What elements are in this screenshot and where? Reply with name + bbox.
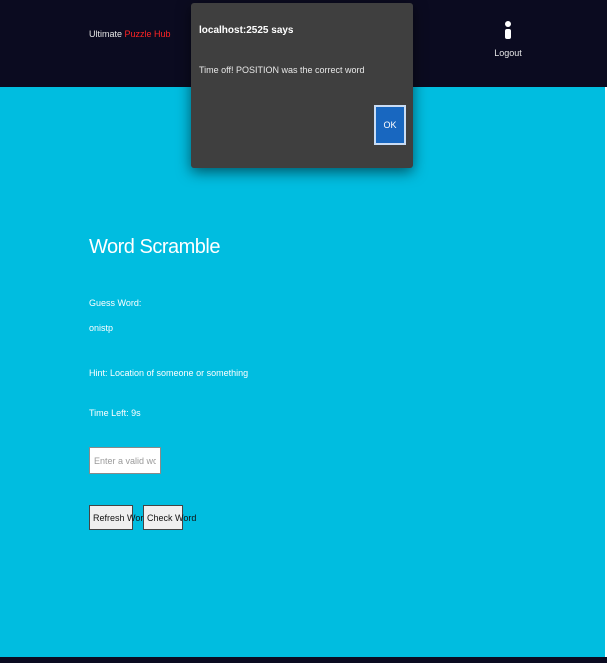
check-word-button[interactable]: Check Word [143, 505, 196, 530]
ok-button[interactable]: OK [374, 105, 406, 145]
logout-link[interactable]: Logout [490, 48, 526, 58]
game-title: Word Scramble [89, 236, 220, 258]
time-left: Time Left: 9s [89, 408, 141, 418]
user-menu[interactable]: Logout [490, 20, 526, 58]
scrambled-word: onistp [89, 323, 114, 333]
guess-word-label: Guess Word: [89, 298, 142, 308]
brand-accent: Puzzle Hub [124, 29, 171, 39]
refresh-word-button[interactable]: Refresh Word [89, 505, 148, 530]
brand-prefix: Ultimate [89, 29, 123, 39]
alert-dialog: localhost:2525 says Time off! POSITION w… [191, 3, 413, 168]
alert-title: localhost:2525 says [199, 25, 294, 36]
page: Ultimate Puzzle Hub n Logout Word Scramb… [0, 0, 607, 663]
word-input[interactable] [89, 447, 161, 474]
footer-bar [0, 657, 607, 663]
user-icon [505, 21, 511, 39]
hint-text: Hint: Location of someone or something [89, 368, 249, 378]
alert-message: Time off! POSITION was the correct word [199, 65, 365, 75]
brand-logo[interactable]: Ultimate Puzzle Hub [89, 29, 171, 39]
